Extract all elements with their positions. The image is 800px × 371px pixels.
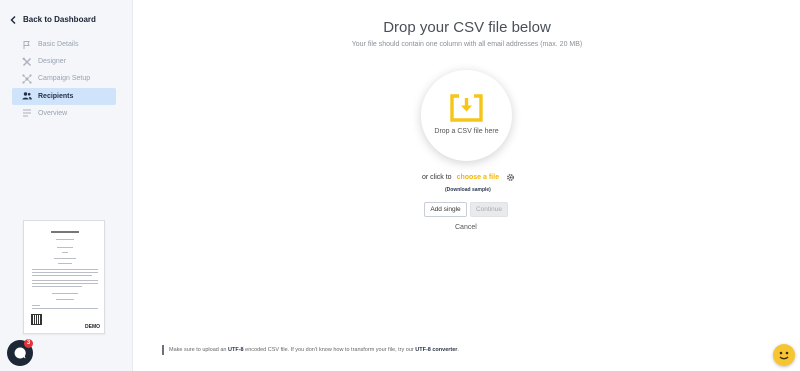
sidebar-item-basic-details[interactable]: Basic Details: [12, 36, 116, 53]
sidebar: Back to Dashboard Basic Details Designer…: [0, 0, 133, 371]
sidebar-item-designer[interactable]: Designer: [12, 53, 116, 70]
tools-icon: [22, 57, 31, 66]
gear-icon[interactable]: [506, 173, 515, 182]
note-text-2: encoded CSV file. If you don't know how …: [243, 347, 416, 353]
chat-bubble-icon: [14, 347, 26, 359]
note-end: .: [457, 347, 459, 353]
main-content: Drop your CSV file below Your file shoul…: [134, 0, 800, 371]
cancel-link[interactable]: Cancel: [455, 224, 477, 231]
utf8-hint-note: Make sure to upload an UTF-8 encoded CSV…: [162, 345, 459, 355]
note-utf8: UTF-8: [228, 347, 244, 353]
users-icon: [22, 92, 32, 100]
qr-code-icon: [31, 314, 42, 325]
choose-file-row: or click to choose a file: [422, 173, 515, 182]
assistant-emoji-button[interactable]: [773, 344, 795, 366]
sidebar-item-campaign-setup[interactable]: Campaign Setup: [12, 70, 116, 87]
sidebar-item-label: Recipients: [38, 92, 74, 100]
download-sample-link[interactable]: (Download sample): [445, 187, 491, 193]
sidebar-item-recipients[interactable]: Recipients: [12, 87, 116, 105]
back-to-dashboard-link[interactable]: Back to Dashboard: [10, 15, 96, 24]
chat-launcher-button[interactable]: 3: [7, 339, 33, 366]
smiley-face-icon: [779, 351, 789, 360]
notification-badge: 3: [24, 339, 33, 348]
sidebar-item-label: Campaign Setup: [38, 75, 91, 83]
sidebar-item-overview[interactable]: Overview: [12, 105, 116, 122]
add-single-button[interactable]: Add single: [424, 202, 467, 217]
campaign-preview-thumbnail[interactable]: DEMO: [23, 220, 105, 334]
note-text: Make sure to upload an: [169, 347, 229, 353]
continue-button[interactable]: Continue: [470, 202, 508, 217]
flag-icon: [23, 40, 30, 49]
choose-file-link[interactable]: choose a file: [457, 174, 499, 181]
chevron-left-icon: [10, 15, 16, 24]
sidebar-item-label: Overview: [38, 109, 68, 117]
network-icon: [22, 74, 32, 84]
drop-zone-label: Drop a CSV file here: [434, 128, 499, 135]
list-icon: [23, 109, 31, 117]
page-title: Drop your CSV file below: [383, 19, 551, 36]
sidebar-item-label: Basic Details: [38, 41, 79, 48]
wizard-steps-nav: Basic Details Designer Campaign Setup Re…: [12, 36, 116, 122]
or-click-label: or click to: [422, 174, 452, 181]
download-tray-icon: [450, 94, 483, 122]
utf8-converter-link[interactable]: UTF-8 converter: [415, 347, 457, 353]
back-label: Back to Dashboard: [23, 15, 96, 24]
demo-badge: DEMO: [85, 324, 100, 330]
csv-drop-zone[interactable]: Drop a CSV file here: [421, 70, 512, 161]
page-subtitle: Your file should contain one column with…: [351, 41, 583, 48]
sidebar-item-label: Designer: [38, 58, 67, 66]
